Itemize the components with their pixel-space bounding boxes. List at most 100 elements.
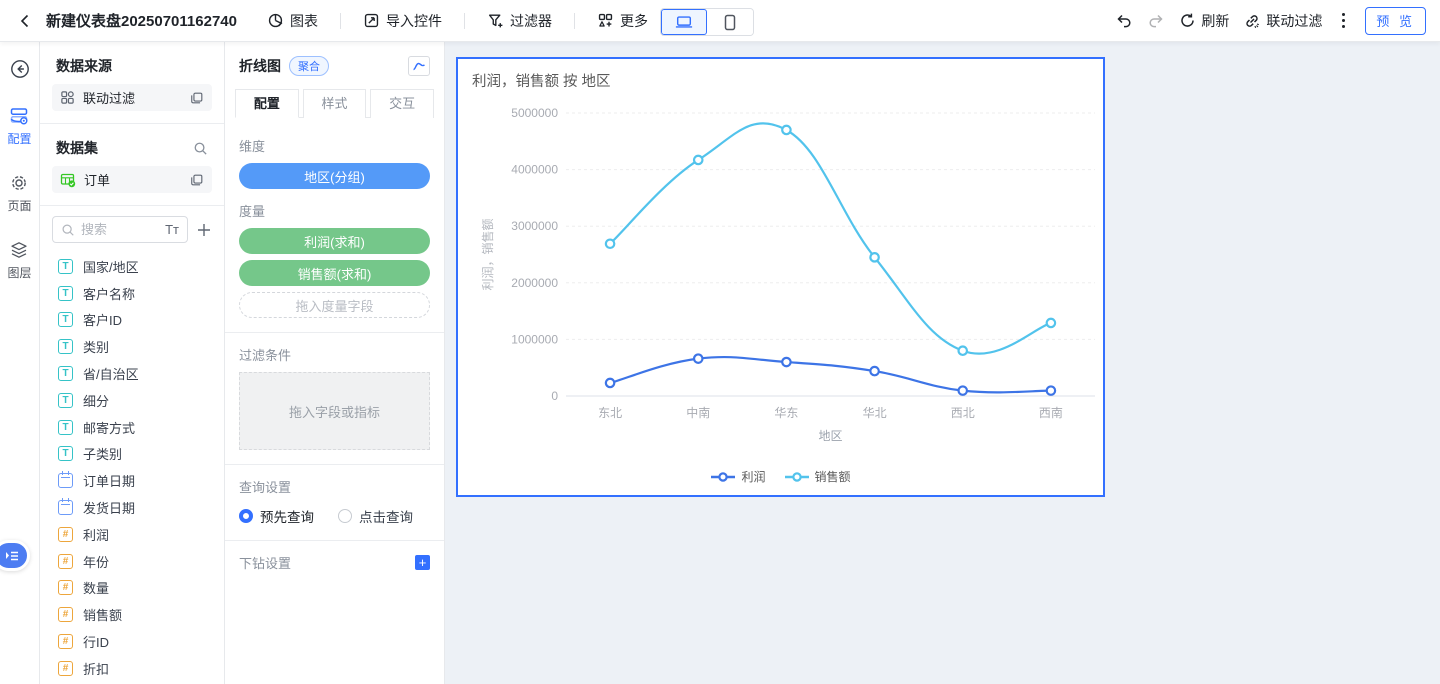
data-point [694,354,702,362]
redo-button[interactable] [1147,12,1165,30]
field-row[interactable]: #利润 [40,521,224,548]
measure-title: 度量 [239,201,430,220]
text-field-icon: T [58,446,73,461]
rail-item-page[interactable]: 页面 [7,173,31,214]
text-field-icon: T [58,312,73,327]
data-source-name: 联动过滤 [83,88,182,107]
add-field-button[interactable] [196,222,212,238]
pie-chart-icon [267,12,284,29]
tab-config[interactable]: 配置 [235,89,299,118]
x-tick-label: 华北 [863,406,887,420]
data-point [1047,386,1055,394]
gear-icon [9,173,29,193]
data-source-item[interactable]: 联动过滤 [52,84,212,111]
more-actions-menu[interactable] [1336,9,1351,32]
data-point [959,386,967,394]
import-widget-button[interactable]: 导入控件 [351,8,454,34]
rail-item-layers[interactable]: 图层 [7,240,31,281]
divider [225,464,444,465]
date-field-icon [58,473,73,488]
field-row[interactable]: #年份 [40,548,224,575]
chart-title: 利润，销售额 按 地区 [472,70,611,91]
x-tick-label: 东北 [598,406,622,420]
field-row[interactable]: T国家/地区 [40,253,224,280]
divider [225,332,444,333]
y-axis-name: 利润，销售额 [480,218,495,290]
radio-click-query[interactable]: 点击查询 [338,506,413,526]
chart-type-label: 折线图 [239,56,281,76]
mobile-panel-toggle-button[interactable] [0,540,30,571]
field-row[interactable]: T省/自治区 [40,360,224,387]
desktop-view-button[interactable] [661,9,707,35]
radio-pre-query[interactable]: 预先查询 [239,506,314,526]
number-field-icon: # [58,634,73,649]
y-tick-label: 5000000 [511,106,558,120]
data-point [959,347,967,355]
measure-pill[interactable]: 利润(求和) [239,228,430,254]
field-row[interactable]: #折扣 [40,655,224,682]
text-size-icon[interactable]: Tᴛ [165,222,179,237]
layers-icon [9,240,29,260]
more-widgets-button[interactable]: 更多 [585,8,660,34]
add-drill-button[interactable]: + [415,555,430,570]
data-point [782,126,790,134]
field-row[interactable]: #数量 [40,575,224,602]
line-chart-widget[interactable]: 利润，销售额 按 地区 0100000020000003000000400000… [456,57,1105,497]
x-tick-label: 西南 [1039,405,1063,420]
chart-type-picker-button[interactable] [408,56,430,76]
field-search-box[interactable]: Tᴛ [52,216,188,243]
field-row[interactable]: 订单日期 [40,467,224,494]
field-row[interactable]: T细分 [40,387,224,414]
text-field-icon: T [58,339,73,354]
back-button[interactable] [14,10,36,32]
component-grid-icon [60,90,75,105]
data-point [782,358,790,366]
tab-interaction[interactable]: 交互 [370,89,434,118]
y-tick-label: 4000000 [511,163,558,177]
tab-style[interactable]: 样式 [303,89,367,118]
y-tick-label: 3000000 [511,219,558,233]
field-row[interactable]: T类别 [40,333,224,360]
text-field-icon: T [58,366,73,381]
undo-button[interactable] [1115,12,1133,30]
dashboard-canvas[interactable]: 利润，销售额 按 地区 0100000020000003000000400000… [445,42,1440,684]
divider [225,540,444,541]
radio-dot [239,509,253,523]
switch-icon[interactable] [190,91,204,105]
rail-item-config[interactable]: 配置 [7,106,31,147]
chart-menu-button[interactable]: 图表 [255,8,330,34]
mobile-view-button[interactable] [707,9,753,35]
data-panel: 数据来源 联动过滤 数据集 [40,42,225,684]
preview-button[interactable]: 预 览 [1365,7,1426,35]
field-row[interactable]: T邮寄方式 [40,414,224,441]
x-tick-label: 中南 [686,405,710,420]
mobile-icon [724,14,736,31]
dimension-pill[interactable]: 地区(分组) [239,163,430,189]
dataset-item[interactable]: 订单 [52,166,212,193]
field-row[interactable]: T子类别 [40,441,224,468]
field-row[interactable]: T客户ID [40,307,224,334]
search-icon[interactable] [193,141,208,156]
switch-icon[interactable] [190,173,204,187]
data-point [606,240,614,248]
field-row[interactable]: #销售额 [40,601,224,628]
left-rail: 配置 页面 图层 [0,42,40,684]
legend-item-sales[interactable]: 销售额 [784,468,851,485]
data-source-title: 数据来源 [40,42,224,84]
x-tick-label: 西北 [951,406,975,420]
measure-pill[interactable]: 销售额(求和) [239,260,430,286]
number-field-icon: # [58,580,73,595]
collapse-panel-button[interactable] [9,58,31,80]
link-filter-button[interactable]: 联动过滤 [1243,11,1322,31]
field-search-input[interactable] [81,222,159,237]
text-field-icon: T [58,420,73,435]
query-settings-title: 查询设置 [239,477,430,496]
field-row[interactable]: T客户名称 [40,280,224,307]
filter-widget-button[interactable]: 过滤器 [475,8,564,34]
refresh-button[interactable]: 刷新 [1179,11,1229,31]
number-field-icon: # [58,554,73,569]
x-axis-name: 地区 [818,429,842,443]
field-row[interactable]: #行ID [40,628,224,655]
field-row[interactable]: 发货日期 [40,494,224,521]
legend-item-profit[interactable]: 利润 [710,468,765,485]
